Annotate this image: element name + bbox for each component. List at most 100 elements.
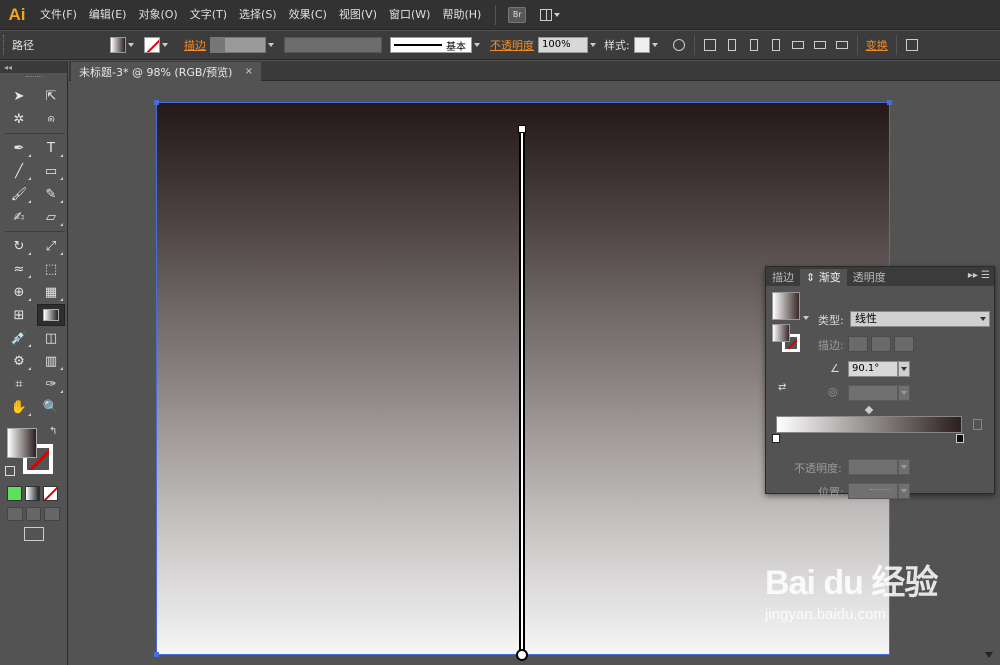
draw-inside-button[interactable] — [44, 507, 61, 521]
selection-anchor-top-left[interactable] — [154, 100, 159, 105]
bridge-button[interactable]: Br — [508, 6, 527, 23]
perspective-grid-tool[interactable]: ▦ — [37, 281, 65, 303]
lasso-tool[interactable]: ၐ — [37, 108, 65, 130]
gradient-tool[interactable] — [37, 304, 65, 326]
rotate-tool[interactable]: ↻ — [5, 235, 33, 257]
close-icon[interactable]: × — [245, 66, 253, 77]
gradient-annotator-line[interactable] — [521, 129, 523, 651]
align-bottom-button[interactable] — [831, 35, 853, 55]
stroke-weight-field[interactable] — [224, 37, 266, 53]
type-tool[interactable]: T — [37, 137, 65, 159]
align-left-button[interactable] — [721, 35, 743, 55]
angle-dropdown[interactable] — [898, 361, 910, 377]
tab-gradient[interactable]: ⇕ 渐变 — [800, 269, 847, 286]
brush-dropdown[interactable] — [472, 37, 482, 53]
align-top-button[interactable] — [787, 35, 809, 55]
stroke-panel-link[interactable]: 描边 — [184, 37, 206, 53]
gradient-preview-swatch[interactable] — [772, 292, 800, 320]
opacity-dropdown[interactable] — [588, 37, 598, 53]
artboard-tool[interactable]: ⌗ — [5, 373, 33, 395]
menu-type[interactable]: 文字(T) — [184, 0, 233, 30]
stroke-swatch[interactable] — [144, 37, 160, 53]
draw-normal-button[interactable] — [7, 507, 23, 521]
gradient-end-handle[interactable] — [518, 125, 526, 133]
selection-anchor-bottom-left[interactable] — [154, 652, 159, 657]
align-to-button[interactable] — [699, 35, 721, 55]
eyedropper-tool[interactable]: 💉 — [5, 327, 33, 349]
hand-tool[interactable]: ✋ — [5, 396, 33, 418]
menu-help[interactable]: 帮助(H) — [436, 0, 487, 30]
free-transform-tool[interactable]: ⬚ — [37, 258, 65, 280]
gradient-midpoint-diamond[interactable] — [864, 405, 874, 415]
panel-resize-grip[interactable] — [870, 489, 890, 492]
slice-tool[interactable]: ✑ — [37, 373, 65, 395]
workspace-switcher-button[interactable] — [540, 7, 561, 23]
gradient-mode-button[interactable] — [25, 486, 40, 501]
selection-anchor-top-right[interactable] — [887, 100, 892, 105]
column-graph-tool[interactable]: ▥ — [37, 350, 65, 372]
line-tool[interactable]: ╱ — [5, 160, 33, 182]
scale-tool[interactable]: ⤢ — [37, 235, 65, 257]
stroke-weight-stepper[interactable] — [210, 37, 224, 53]
gradient-stop-start[interactable] — [772, 434, 780, 443]
menu-view[interactable]: 视图(V) — [333, 0, 383, 30]
stroke-dropdown[interactable] — [160, 37, 170, 53]
opacity-panel-link[interactable]: 不透明度 — [490, 37, 534, 53]
pen-tool[interactable]: ✒ — [5, 137, 33, 159]
tab-transparency[interactable]: 透明度 — [847, 269, 892, 286]
menu-effect[interactable]: 效果(C) — [283, 0, 333, 30]
fill-dropdown[interactable] — [126, 37, 136, 53]
rectangle-tool[interactable]: ▭ — [37, 160, 65, 182]
menu-window[interactable]: 窗口(W) — [383, 0, 436, 30]
document-tab[interactable]: 未标题-3* @ 98% (RGB/预览) × — [71, 62, 261, 81]
none-mode-button[interactable] — [43, 486, 58, 501]
align-right-button[interactable] — [765, 35, 787, 55]
opacity-field[interactable]: 100% — [538, 37, 588, 53]
fill-swatch[interactable] — [110, 37, 126, 53]
graphic-style-swatch[interactable] — [633, 37, 650, 53]
draw-behind-button[interactable] — [25, 507, 42, 521]
blob-brush-tool[interactable]: ✍ — [5, 206, 33, 228]
transform-panel-link[interactable]: 变换 — [866, 37, 888, 53]
selection-tool[interactable]: ➤ — [5, 85, 33, 107]
angle-field[interactable]: 90.1° — [848, 361, 898, 377]
default-colors-icon[interactable] — [5, 466, 15, 476]
gradient-origin-handle[interactable] — [516, 649, 528, 661]
panel-grip[interactable] — [3, 35, 8, 55]
width-tool[interactable]: ≈ — [5, 258, 33, 280]
mesh-tool[interactable]: ⊞ — [5, 304, 33, 326]
swap-arrows-icon[interactable]: ↰ — [49, 426, 57, 437]
gradient-stop-end[interactable] — [956, 434, 964, 443]
brush-definition-field[interactable]: 基本 — [390, 37, 472, 53]
menu-edit[interactable]: 编辑(E) — [83, 0, 133, 30]
zoom-tool[interactable]: 🔍 — [37, 396, 65, 418]
direct-selection-tool[interactable]: ⇱ — [37, 85, 65, 107]
stroke-within-button[interactable] — [848, 336, 868, 352]
fill-color-box[interactable] — [7, 428, 37, 458]
magic-wand-tool[interactable]: ✲ — [5, 108, 33, 130]
symbol-sprayer-tool[interactable]: ⚙ — [5, 350, 33, 372]
tools-collapse-button[interactable]: ◂◂ — [0, 61, 67, 73]
stroke-across-button[interactable] — [894, 336, 914, 352]
eraser-tool[interactable]: ▱ — [37, 206, 65, 228]
reverse-gradient-icon[interactable]: ⇄ — [778, 382, 794, 396]
menu-file[interactable]: 文件(F) — [34, 0, 83, 30]
shape-builder-tool[interactable]: ⊕ — [5, 281, 33, 303]
gradient-fill-box[interactable] — [772, 324, 790, 342]
isolate-button[interactable] — [901, 35, 923, 55]
paintbrush-tool[interactable]: 🖌 — [5, 183, 33, 205]
chevron-down-icon[interactable] — [803, 316, 809, 320]
tab-stroke[interactable]: 描边 — [766, 269, 800, 286]
panel-menu-icon[interactable]: ▸▸ ☰ — [968, 270, 990, 281]
menu-object[interactable]: 对象(O) — [132, 0, 183, 30]
gradient-type-select[interactable]: 线性 — [850, 311, 990, 327]
pencil-tool[interactable]: ✎ — [37, 183, 65, 205]
screen-mode-button[interactable] — [23, 527, 44, 541]
color-mode-button[interactable] — [7, 486, 22, 501]
variable-width-profile[interactable] — [284, 37, 382, 53]
trash-icon[interactable] — [973, 419, 982, 430]
blend-tool[interactable]: ◫ — [37, 327, 65, 349]
menu-select[interactable]: 选择(S) — [233, 0, 283, 30]
recolor-artwork-button[interactable] — [668, 35, 690, 55]
scroll-down-arrow-icon[interactable] — [985, 652, 993, 658]
